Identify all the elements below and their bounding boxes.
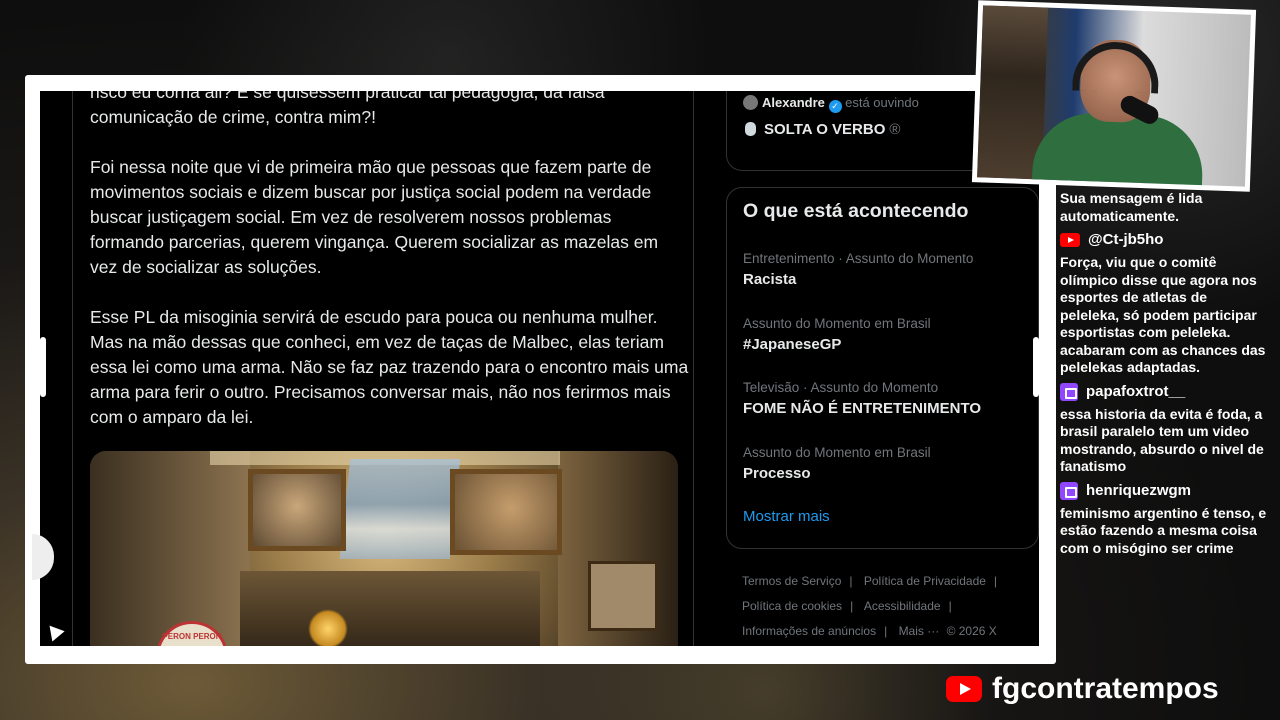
webcam-overlay (971, 0, 1257, 192)
image-lamp (308, 609, 348, 646)
tweet-paragraph-1: risco eu corria ali? E se quisessem prat… (90, 91, 605, 127)
tweet-text: risco eu corria ali? E se quisessem prat… (90, 91, 690, 455)
twitch-icon (1060, 382, 1078, 401)
verified-icon: ✓ (828, 100, 842, 113)
youtube-icon (1060, 233, 1080, 247)
image-frames (588, 561, 658, 631)
image-sign-text: PERON PERON (162, 632, 222, 641)
space-title: SOLTA O VERBO (764, 121, 886, 138)
edge-handle-left (40, 337, 46, 397)
trend-item[interactable]: Assunto do Momento em Brasil #JapaneseGP (743, 315, 1033, 357)
tweet-column: risco eu corria ali? E se quisessem prat… (72, 91, 694, 646)
webcam-person-body (1031, 111, 1205, 187)
trends-title: O que está acontecendo (743, 200, 969, 222)
chat-message: feminismo argentino é tenso, e estão faz… (1060, 504, 1267, 556)
space-title-row: SOLTA O VERBO ® (745, 121, 900, 138)
chat-username: @Ct-jb5ho (1088, 231, 1164, 248)
microphone-icon (745, 122, 756, 136)
image-flag (339, 459, 461, 559)
browser-screen: risco eu corria ali? E se quisessem prat… (40, 91, 1039, 646)
trend-name: Processo (743, 465, 811, 482)
trend-context: Assunto do Momento em Brasil (743, 445, 931, 460)
trends-panel: O que está acontecendo Entretenimento · … (726, 187, 1039, 549)
footer-links: Termos de Serviço | Política de Privacida… (742, 569, 1032, 646)
chat-message: essa historia da evita é foda, a brasil … (1060, 405, 1264, 475)
edge-handle-right (1033, 337, 1039, 397)
trend-context: Assunto do Momento em Brasil (743, 316, 931, 331)
listener-row: Alexandre ✓ está ouvindo (743, 95, 919, 113)
trend-name: FOME NÃO É ENTRETENIMENTO (743, 400, 982, 417)
headphones-icon (1072, 40, 1160, 94)
tweet-paragraph-2: Foi nessa noite que vi de primeira mão q… (90, 157, 659, 277)
trend-context: Entretenimento · Assunto do Momento (743, 251, 974, 266)
trend-name: Racista (743, 271, 797, 288)
youtube-logo-icon (946, 676, 982, 702)
channel-name: fgcontratempos (992, 672, 1219, 705)
twitch-icon (1060, 481, 1078, 500)
show-more-link[interactable]: Mostrar mais (743, 508, 830, 525)
tweet-image[interactable]: PERON PERON (90, 451, 678, 646)
channel-brand: fgcontratempos (946, 672, 1219, 706)
tweet-paragraph-3: Esse PL da misoginia servirá de escudo p… (90, 307, 689, 427)
image-wall-left (90, 451, 250, 646)
more-link[interactable]: Mais ··· (899, 624, 940, 638)
webcam-feed (977, 5, 1251, 187)
trend-item[interactable]: Televisão · Assunto do Momento FOME NÃO … (743, 379, 1033, 421)
image-portrait-left (248, 469, 346, 551)
chat-message: Força, viu que o comitê olímpico disse q… (1060, 254, 1266, 375)
terms-link[interactable]: Termos de Serviço (742, 574, 841, 588)
trend-item[interactable]: Assunto do Momento em Brasil Processo (743, 444, 1033, 486)
chat-user: @Ct-jb5ho (1060, 229, 1270, 251)
cookies-link[interactable]: Política de cookies (742, 599, 842, 613)
chat-user: papafoxtrot__ (1060, 381, 1270, 403)
avatar (743, 95, 758, 110)
chat-username: henriquezwgm (1086, 481, 1192, 499)
trend-context: Televisão · Assunto do Momento (743, 380, 939, 395)
accessibility-link[interactable]: Acessibilidade (864, 599, 941, 613)
privacy-link[interactable]: Política de Privacidade (864, 574, 986, 588)
trend-name: #JapaneseGP (743, 336, 842, 353)
chat-message: Sua mensagem é lida automaticamente. (1060, 190, 1203, 224)
trend-item[interactable]: Entretenimento · Assunto do Momento Raci… (743, 250, 1033, 292)
ads-info-link[interactable]: Informações de anúncios (742, 624, 876, 638)
chat-user: henriquezwgm (1060, 480, 1270, 502)
chat-username: papafoxtrot__ (1086, 382, 1186, 400)
live-chat: Sua mensagem é lida automaticamente. @Ct… (1060, 190, 1270, 561)
listener-status: está ouvindo (845, 95, 919, 110)
registered-mark: ® (889, 121, 901, 138)
image-bar-counter (240, 571, 540, 646)
listener-name: Alexandre (762, 95, 825, 110)
image-portrait-right (450, 469, 562, 555)
